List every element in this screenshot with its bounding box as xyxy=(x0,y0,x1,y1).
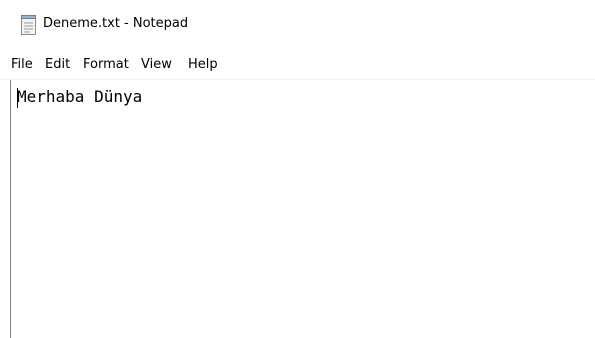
menu-file[interactable]: File xyxy=(11,55,33,75)
notepad-icon[interactable] xyxy=(20,15,37,35)
text-editor[interactable]: Merhaba Dünya xyxy=(10,80,595,338)
title-bar[interactable]: Deneme.txt - Notepad xyxy=(0,0,595,50)
menu-format[interactable]: Format xyxy=(83,55,129,75)
editor-content[interactable]: Merhaba Dünya xyxy=(17,86,142,108)
menu-help[interactable]: Help xyxy=(188,55,218,75)
text-caret xyxy=(17,88,18,108)
menu-view[interactable]: View xyxy=(141,55,172,75)
notepad-window: Deneme.txt - Notepad File Edit Format Vi… xyxy=(0,0,595,338)
window-title: Deneme.txt - Notepad xyxy=(43,16,189,31)
menu-edit[interactable]: Edit xyxy=(45,55,70,75)
menu-bar: File Edit Format View Help xyxy=(0,54,595,76)
